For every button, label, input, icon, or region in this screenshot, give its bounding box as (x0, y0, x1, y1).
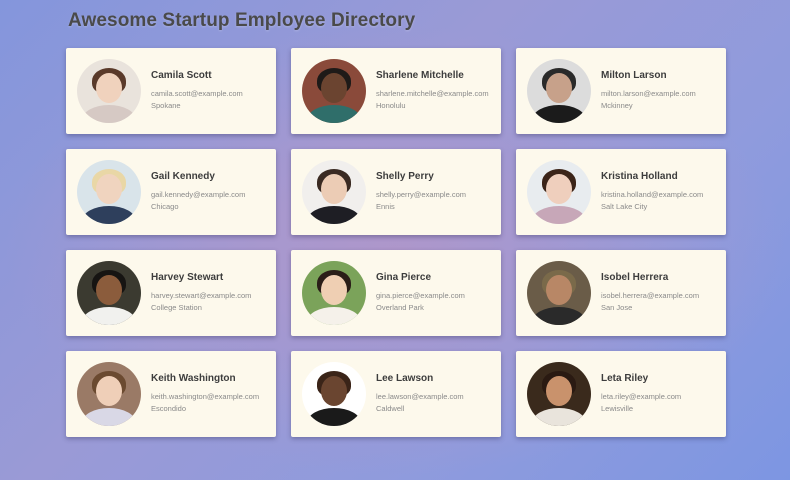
employee-email: gina.pierce@example.com (376, 291, 465, 300)
employee-avatar (77, 59, 141, 123)
employee-avatar (302, 362, 366, 426)
employee-email: isobel.herrera@example.com (601, 291, 700, 300)
employee-name: Gina Pierce (376, 272, 432, 283)
employee-email: keith.washington@example.com (151, 392, 260, 401)
employee-card[interactable]: Gail Kennedy gail.kennedy@example.com Ch… (66, 149, 276, 235)
employee-city: Overland Park (376, 303, 424, 312)
employee-avatar (302, 160, 366, 224)
employee-email: harvey.stewart@example.com (151, 291, 252, 300)
employee-avatar (77, 362, 141, 426)
employee-name: Gail Kennedy (151, 171, 215, 182)
employee-avatar (527, 59, 591, 123)
employee-card[interactable]: Keith Washington keith.washington@exampl… (66, 351, 276, 437)
employee-avatar (527, 160, 591, 224)
employee-card[interactable]: Kristina Holland kristina.holland@exampl… (516, 149, 726, 235)
employee-avatar (77, 261, 141, 325)
employee-city: Chicago (151, 202, 179, 211)
employee-email: kristina.holland@example.com (601, 190, 704, 199)
employee-city: Salt Lake City (601, 202, 648, 211)
employee-email: leta.riley@example.com (601, 392, 682, 401)
employee-card[interactable]: Leta Riley leta.riley@example.com Lewisv… (516, 351, 726, 437)
employee-name: Sharlene Mitchelle (376, 70, 464, 81)
employee-avatar (302, 59, 366, 123)
employee-email: gail.kennedy@example.com (151, 190, 246, 199)
employee-email: sharlene.mitchelle@example.com (376, 89, 489, 98)
employee-email: milton.larson@example.com (601, 89, 696, 98)
employee-city: Spokane (151, 101, 181, 110)
employee-name: Harvey Stewart (151, 272, 224, 283)
employee-card[interactable]: Harvey Stewart harvey.stewart@example.co… (66, 250, 276, 336)
employee-name: Camila Scott (151, 70, 212, 81)
employee-name: Isobel Herrera (601, 272, 669, 283)
employee-card[interactable]: Shelly Perry shelly.perry@example.com En… (291, 149, 501, 235)
employee-card[interactable]: Sharlene Mitchelle sharlene.mitchelle@ex… (291, 48, 501, 134)
employee-name: Milton Larson (601, 70, 667, 81)
employee-avatar (77, 160, 141, 224)
employee-email: lee.lawson@example.com (376, 392, 464, 401)
employee-name: Keith Washington (151, 373, 236, 384)
employee-avatar (527, 362, 591, 426)
employee-city: Mckinney (601, 101, 633, 110)
employee-avatar (302, 261, 366, 325)
employee-avatar (527, 261, 591, 325)
employee-city: Honolulu (376, 101, 406, 110)
employee-card[interactable]: Isobel Herrera isobel.herrera@example.co… (516, 250, 726, 336)
employee-city: College Station (151, 303, 202, 312)
employee-name: Leta Riley (601, 373, 649, 384)
employee-card[interactable]: Lee Lawson lee.lawson@example.com Caldwe… (291, 351, 501, 437)
employee-city: Lewisville (601, 404, 634, 413)
employee-city: Ennis (376, 202, 395, 211)
employee-grid: Camila Scott camila.scott@example.com Sp… (66, 48, 726, 437)
employee-city: San Jose (601, 303, 633, 312)
employee-card[interactable]: Milton Larson milton.larson@example.com … (516, 48, 726, 134)
employee-name: Kristina Holland (601, 171, 678, 182)
employee-email: shelly.perry@example.com (376, 190, 467, 199)
employee-name: Shelly Perry (376, 171, 434, 182)
employee-name: Lee Lawson (376, 373, 434, 384)
employee-card[interactable]: Gina Pierce gina.pierce@example.com Over… (291, 250, 501, 336)
employee-card[interactable]: Camila Scott camila.scott@example.com Sp… (66, 48, 276, 134)
employee-city: Caldwell (376, 404, 405, 413)
employee-email: camila.scott@example.com (151, 89, 243, 98)
page-title: Awesome Startup Employee Directory (68, 10, 416, 31)
employee-city: Escondido (151, 404, 187, 413)
